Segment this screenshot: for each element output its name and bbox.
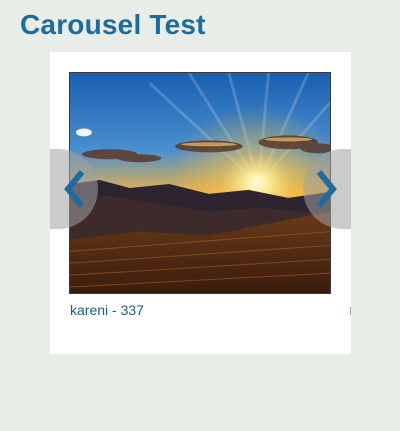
chevron-right-icon — [316, 170, 337, 208]
next-slide-peek — [350, 307, 351, 315]
carousel: kareni - 337 — [50, 52, 351, 354]
chevron-left-icon — [64, 170, 85, 208]
slide-caption: kareni - 337 — [70, 302, 144, 318]
slide-image — [69, 72, 331, 294]
page-title: Carousel Test — [20, 9, 206, 40]
sunset-landscape-image — [70, 73, 330, 293]
